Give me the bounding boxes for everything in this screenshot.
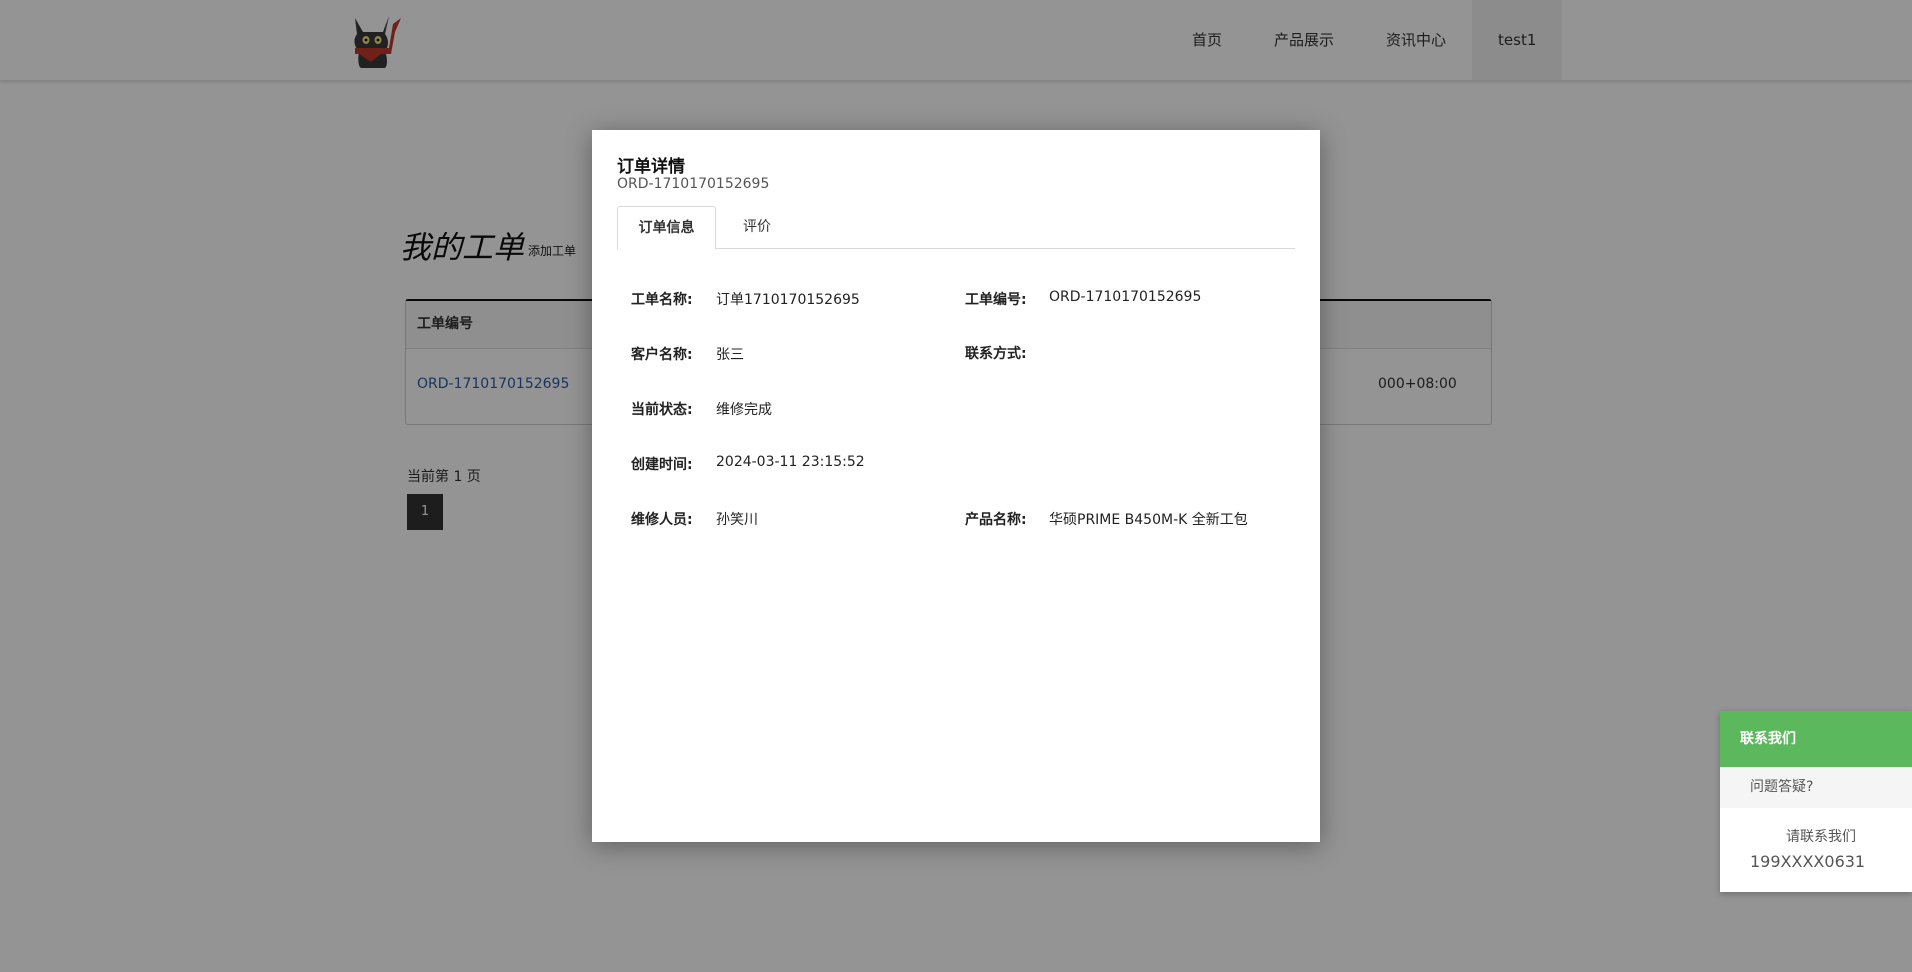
status-value: 维修完成: [716, 402, 772, 418]
created-label: 创建时间:: [631, 457, 693, 473]
modal-subtitle: ORD-1710170152695: [617, 176, 770, 192]
product-label: 产品名称:: [965, 512, 1027, 528]
repairer-label: 维修人员:: [631, 512, 693, 528]
contact-question: 问题答疑?: [1720, 767, 1912, 808]
tab-order-info[interactable]: 订单信息: [617, 206, 716, 250]
modal-title: 订单详情: [617, 157, 685, 177]
work-no-value: ORD-1710170152695: [1049, 289, 1202, 305]
order-detail-modal: 订单详情 ORD-1710170152695 订单信息 评价 工单名称: 订单1…: [592, 130, 1320, 842]
work-no-label: 工单编号:: [965, 292, 1027, 308]
status-label: 当前状态:: [631, 402, 693, 418]
work-name-value: 订单1710170152695: [716, 292, 860, 308]
tab-review[interactable]: 评价: [735, 206, 779, 248]
customer-label: 客户名称:: [631, 347, 693, 363]
contact-widget: 联系我们 问题答疑? 请联系我们 199XXXX0631: [1720, 711, 1912, 892]
modal-tabs: 订单信息 评价: [617, 206, 1295, 250]
contact-header[interactable]: 联系我们: [1720, 711, 1912, 767]
work-name-label: 工单名称:: [631, 292, 693, 308]
contact-label: 联系方式:: [965, 346, 1027, 362]
contact-phone: 199XXXX0631: [1750, 852, 1866, 871]
contact-please-text: 请联系我们: [1786, 829, 1856, 845]
product-value: 华硕PRIME B450M-K 全新工包: [1049, 512, 1248, 528]
customer-value: 张三: [716, 347, 744, 363]
repairer-value: 孙笑川: [716, 512, 758, 528]
created-value: 2024-03-11 23:15:52: [716, 454, 865, 470]
